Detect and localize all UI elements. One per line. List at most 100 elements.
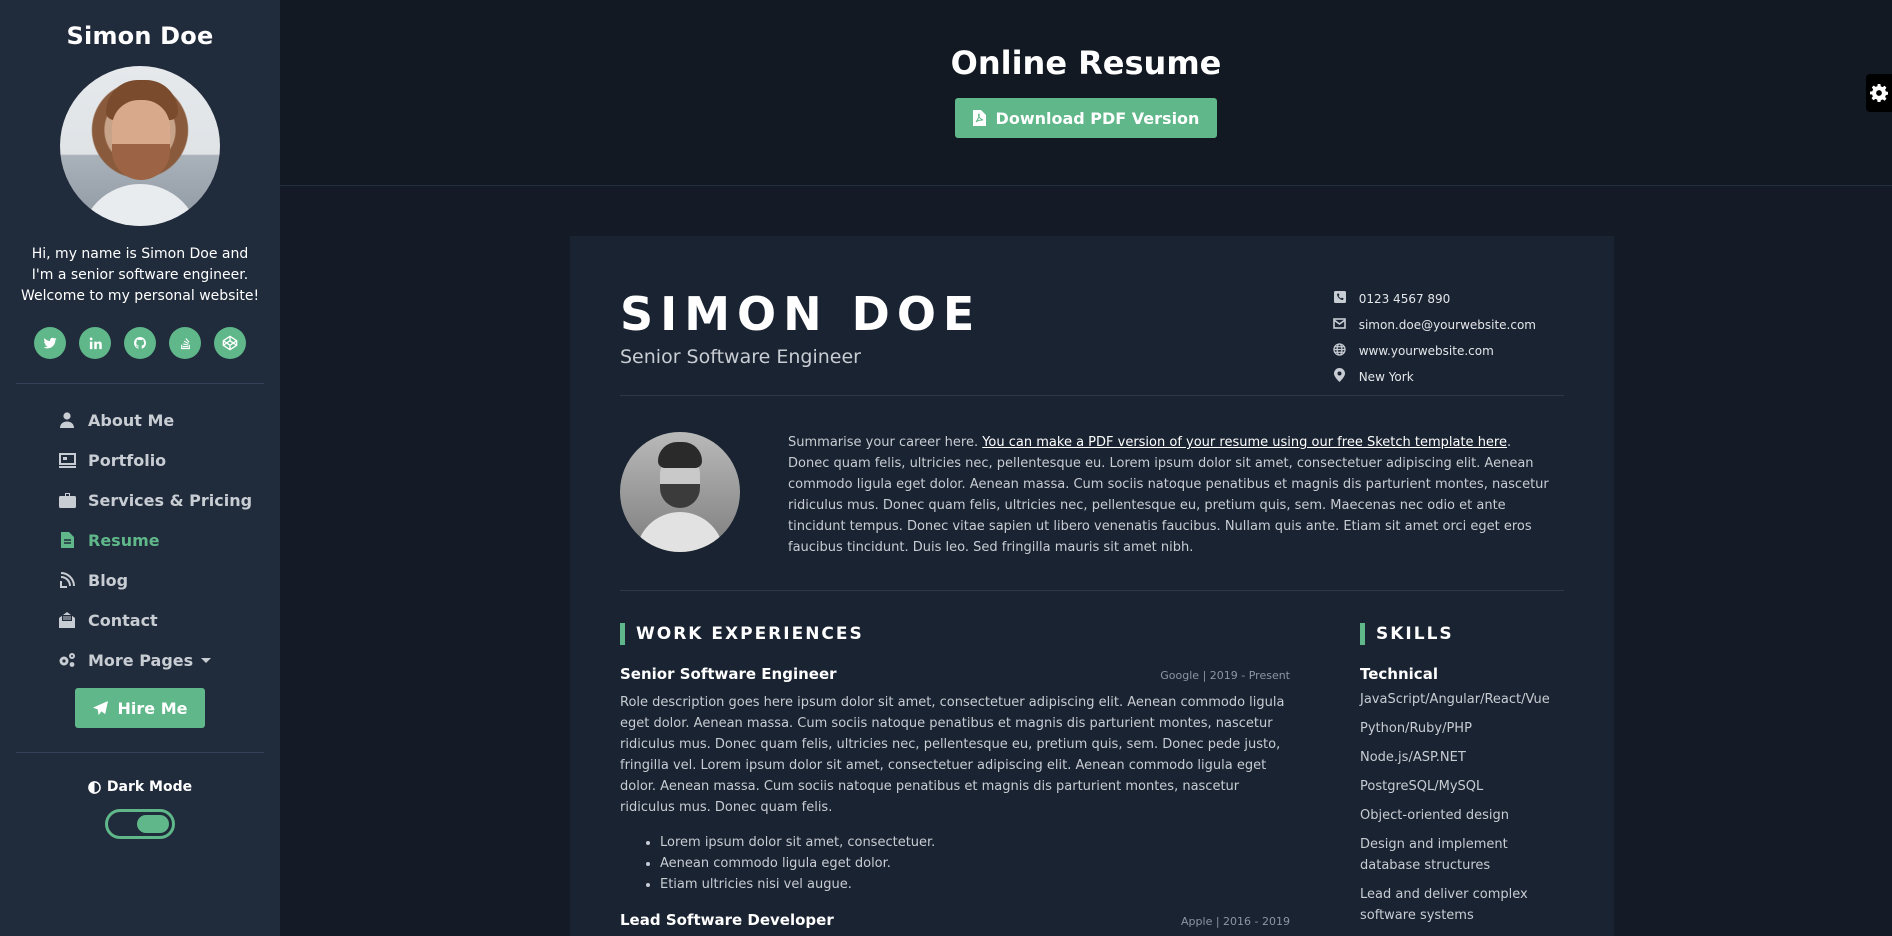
cogs-icon [58, 651, 76, 669]
contact-website[interactable]: www.yourwebsite.com [1333, 338, 1536, 364]
download-pdf-button[interactable]: Download PDF Version [954, 98, 1218, 138]
job-meta: Google | 2019 - Present [1160, 669, 1290, 682]
resume-photo [620, 432, 740, 552]
summary-text: Summarise your career here. You can make… [788, 432, 1552, 558]
codepen-icon[interactable] [214, 327, 246, 359]
summary-lead: Summarise your career here. [788, 435, 983, 450]
pdf-file-icon [972, 110, 986, 126]
section-title: WORK EXPERIENCES [620, 623, 1290, 645]
job-item: Lead Software Developer Apple | 2016 - 2… [620, 911, 1290, 929]
resume-role: Senior Software Engineer [620, 346, 861, 368]
career-summary: Summarise your career here. You can make… [620, 396, 1564, 591]
nav-item-resume[interactable]: Resume [58, 520, 280, 560]
nav-label: About Me [88, 410, 175, 430]
dark-mode-text: Dark Mode [106, 779, 193, 795]
job-bullet: Etiam ultricies nisi vel augue. [660, 874, 1290, 895]
contact-location: New York [1333, 364, 1536, 390]
page-title: Online Resume [950, 44, 1222, 82]
skills-title: SKILLS [1376, 624, 1454, 644]
resume-name: SIMON DOE [620, 287, 982, 341]
work-experiences-section: WORK EXPERIENCES Senior Software Enginee… [620, 623, 1290, 934]
resume-columns: WORK EXPERIENCES Senior Software Enginee… [620, 591, 1564, 934]
job-meta: Apple | 2016 - 2019 [1181, 915, 1290, 928]
skill-group-title: Technical [1360, 665, 1438, 683]
nav-item-more-pages[interactable]: More Pages [58, 640, 280, 680]
page-header: Online Resume Download PDF Version [280, 0, 1892, 186]
resume-card: SIMON DOE Senior Software Engineer 0123 … [570, 236, 1614, 936]
nav-label: Resume [88, 530, 160, 550]
contact-email-text: simon.doe@yourwebsite.com [1358, 318, 1536, 332]
skill-item: Lead and deliver complex software system… [1360, 887, 1528, 923]
nav-item-services-pricing[interactable]: Services & Pricing [58, 480, 280, 520]
section-title: SKILLS [1360, 623, 1564, 645]
nav-item-about-me[interactable]: About Me [58, 400, 280, 440]
nav-item-contact[interactable]: Contact [58, 600, 280, 640]
sidebar: Simon Doe Hi, my name is Simon Doe and I… [0, 0, 280, 936]
user-icon [58, 411, 76, 429]
hire-me-label: Hire Me [117, 698, 188, 718]
nav-item-portfolio[interactable]: Portfolio [58, 440, 280, 480]
job-title: Senior Software Engineer [620, 665, 837, 683]
skill-item: JavaScript/Angular/React/Vue [1360, 692, 1550, 707]
envelope-open-icon [58, 611, 76, 629]
skill-item: PostgreSQL/MySQL [1360, 779, 1484, 794]
paper-plane-icon [92, 700, 108, 715]
envelope-icon [1333, 317, 1347, 333]
nav-label: Contact [88, 610, 158, 630]
accent-bar [620, 623, 625, 645]
contact-location-text: New York [1358, 370, 1414, 384]
resume-header: SIMON DOE Senior Software Engineer 0123 … [620, 288, 1564, 396]
nav-item-blog[interactable]: Blog [58, 560, 280, 600]
job-item: Senior Software Engineer Google | 2019 -… [620, 665, 1290, 895]
globe-icon [1333, 342, 1347, 360]
contact-email[interactable]: simon.doe@yourwebsite.com [1333, 312, 1536, 338]
dark-mode-toggle[interactable] [105, 809, 175, 839]
blog-icon [58, 571, 76, 589]
download-pdf-label: Download PDF Version [995, 108, 1200, 128]
job-bullet: Lorem ipsum dolor sit amet, consectetuer… [660, 832, 1290, 853]
contact-phone-text: 0123 4567 890 [1358, 292, 1451, 306]
sidebar-bio: Hi, my name is Simon Doe and I'm a senio… [20, 246, 260, 304]
nav-label: Portfolio [88, 450, 167, 470]
job-title: Lead Software Developer [620, 911, 834, 929]
toggle-knob [137, 815, 169, 833]
work-title: WORK EXPERIENCES [636, 624, 864, 644]
skill-item: Node.js/ASP.NET [1360, 750, 1466, 765]
accent-bar [1360, 623, 1365, 645]
sketch-template-link[interactable]: You can make a PDF version of your resum… [982, 435, 1507, 450]
nav-label: More Pages [88, 650, 194, 670]
stackoverflow-icon[interactable] [169, 327, 201, 359]
sidebar-divider-bottom [16, 752, 264, 753]
phone-icon [1333, 291, 1347, 307]
hire-me-button[interactable]: Hire Me [74, 688, 206, 728]
briefcase-icon [58, 491, 76, 509]
job-bullet: Aenean commodo ligula eget dolor. [660, 853, 1290, 874]
contrast-icon [88, 780, 101, 794]
contact-website-text: www.yourwebsite.com [1358, 344, 1494, 358]
linkedin-icon[interactable] [79, 327, 111, 359]
social-links [0, 327, 280, 359]
dark-mode-label: Dark Mode [0, 779, 280, 795]
chevron-down-icon [201, 657, 212, 663]
nav-label: Blog [88, 570, 129, 590]
summary-rest: . Donec quam felis, ultricies nec, pelle… [788, 435, 1549, 555]
main-nav: About Me Portfolio Services & Pricing Re… [0, 400, 280, 680]
skill-item: Python/Ruby/PHP [1360, 721, 1472, 736]
profile-avatar [60, 66, 220, 226]
map-marker-icon [1333, 368, 1347, 386]
nav-label: Services & Pricing [88, 490, 253, 510]
github-icon[interactable] [124, 327, 156, 359]
job-description: Role description goes here ipsum dolor s… [620, 695, 1285, 815]
laptop-icon [58, 451, 76, 469]
settings-gear-icon[interactable] [1866, 74, 1892, 112]
sidebar-divider [16, 383, 264, 384]
skills-section: SKILLS Technical JavaScript/Angular/Reac… [1360, 623, 1564, 934]
main-content: Online Resume Download PDF Version SIMON… [280, 0, 1892, 936]
job-bullets: Lorem ipsum dolor sit amet, consectetuer… [660, 832, 1290, 895]
site-owner-name[interactable]: Simon Doe [0, 22, 280, 50]
contact-phone[interactable]: 0123 4567 890 [1333, 286, 1536, 312]
contact-list: 0123 4567 890 simon.doe@yourwebsite.com … [1333, 286, 1536, 395]
skill-item: Design and implement database structures [1360, 837, 1508, 873]
skills-list: JavaScript/Angular/React/Vue Python/Ruby… [1360, 689, 1564, 926]
twitter-icon[interactable] [34, 327, 66, 359]
